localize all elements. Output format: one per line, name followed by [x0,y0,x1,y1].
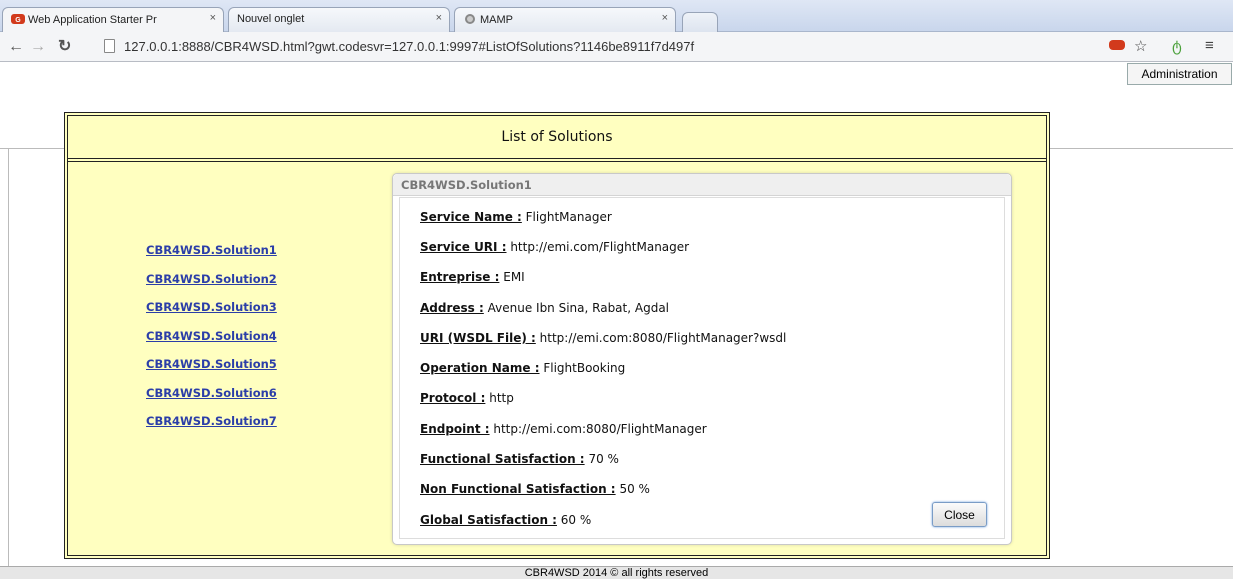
close-button[interactable]: Close [932,502,987,527]
page-icon [104,39,115,53]
field-label: Protocol : [420,391,486,405]
field-address: Address : Avenue Ibn Sina, Rabat, Agdal [420,301,669,315]
field-protocol: Protocol : http [420,391,514,405]
solution-link-7[interactable]: CBR4WSD.Solution7 [146,414,277,443]
solution-link-6[interactable]: CBR4WSD.Solution6 [146,386,277,415]
browser-tab-bar: G Web Application Starter Pr × Nouvel ong… [0,0,1233,32]
field-value: 70 % [588,452,619,466]
field-label: URI (WSDL File) : [420,331,536,345]
star-icon[interactable]: ☆ [1134,37,1147,55]
back-arrow-icon[interactable]: ← [8,38,24,56]
solution-link-1[interactable]: CBR4WSD.Solution1 [146,243,277,272]
field-value: Avenue Ibn Sina, Rabat, Agdal [487,301,670,315]
field-label: Global Satisfaction : [420,513,557,527]
tab-web-application-starter[interactable]: G Web Application Starter Pr × [2,7,224,32]
field-service-uri: Service URI : http://emi.com/FlightManag… [420,240,689,254]
field-label: Operation Name : [420,361,540,375]
tab-label: Web Application Starter Pr [28,14,157,26]
forward-arrow-icon[interactable]: → [30,38,46,56]
solution-detail-content: Service Name : FlightManager Service URI… [399,197,1005,539]
field-value: 60 % [560,513,592,527]
solution-link-5[interactable]: CBR4WSD.Solution5 [146,357,277,386]
extension-icon[interactable]: ტ [1172,37,1182,55]
mamp-icon [465,14,475,24]
field-entreprise: Entreprise : EMI [420,270,525,284]
new-tab-button[interactable] [682,12,718,32]
field-non-functional-satisfaction: Non Functional Satisfaction : 50 % [420,482,650,496]
field-value: http://emi.com:8080/FlightManager?wsdl [539,331,787,345]
field-endpoint: Endpoint : http://emi.com:8080/FlightMan… [420,422,707,436]
gwt-icon: G [11,14,25,24]
field-value: http://emi.com:8080/FlightManager [493,422,707,436]
url-text: 127.0.0.1:8888/CBR4WSD.html?gwt.codesvr=… [124,39,695,54]
field-value: http [489,391,514,405]
field-service-name: Service Name : FlightManager [420,210,612,224]
solution-link-2[interactable]: CBR4WSD.Solution2 [146,272,277,301]
tab-nouvel-onglet[interactable]: Nouvel onglet × [228,7,450,32]
field-label: Address : [420,301,484,315]
field-functional-satisfaction: Functional Satisfaction : 70 % [420,452,619,466]
solution-link-4[interactable]: CBR4WSD.Solution4 [146,329,277,358]
svg-text:G: G [15,17,21,24]
address-bar[interactable]: 127.0.0.1:8888/CBR4WSD.html?gwt.codesvr=… [104,36,1104,58]
field-wsdl-uri: URI (WSDL File) : http://emi.com:8080/Fl… [420,331,786,345]
field-label: Non Functional Satisfaction : [420,482,616,496]
field-label: Service URI : [420,240,507,254]
field-label: Entreprise : [420,270,500,284]
menu-icon[interactable]: ≡ [1205,37,1214,54]
close-icon[interactable]: × [662,12,668,24]
close-icon[interactable]: × [210,12,216,24]
panel-title: List of Solutions [68,116,1046,162]
tab-mamp[interactable]: MAMP × [454,7,676,32]
field-value: 50 % [619,482,650,496]
tab-label: MAMP [480,14,513,26]
administration-tooltip[interactable]: Administration [1127,63,1232,85]
solutions-list: CBR4WSD.Solution1 CBR4WSD.Solution2 CBR4… [146,243,277,443]
tab-label: Nouvel onglet [237,13,305,25]
close-icon[interactable]: × [436,12,442,24]
solution-link-3[interactable]: CBR4WSD.Solution3 [146,300,277,329]
field-label: Functional Satisfaction : [420,452,585,466]
field-label: Service Name : [420,210,522,224]
page-left-border [8,148,9,568]
field-value: EMI [503,270,525,284]
solution-detail-title: CBR4WSD.Solution1 [393,174,1011,196]
field-value: FlightManager [525,210,612,224]
gwt-extension-icon[interactable] [1108,38,1126,56]
reload-icon[interactable]: ↻ [58,38,71,56]
browser-toolbar: ← → ↻ 127.0.0.1:8888/CBR4WSD.html?gwt.co… [0,32,1233,62]
field-value: FlightBooking [543,361,626,375]
field-label: Endpoint : [420,422,490,436]
field-operation-name: Operation Name : FlightBooking [420,361,625,375]
solution-detail-box: CBR4WSD.Solution1 Service Name : FlightM… [392,173,1012,545]
footer: CBR4WSD 2014 © all rights reserved [0,566,1233,579]
field-value: http://emi.com/FlightManager [510,240,690,254]
field-global-satisfaction: Global Satisfaction : 60 % [420,513,591,527]
